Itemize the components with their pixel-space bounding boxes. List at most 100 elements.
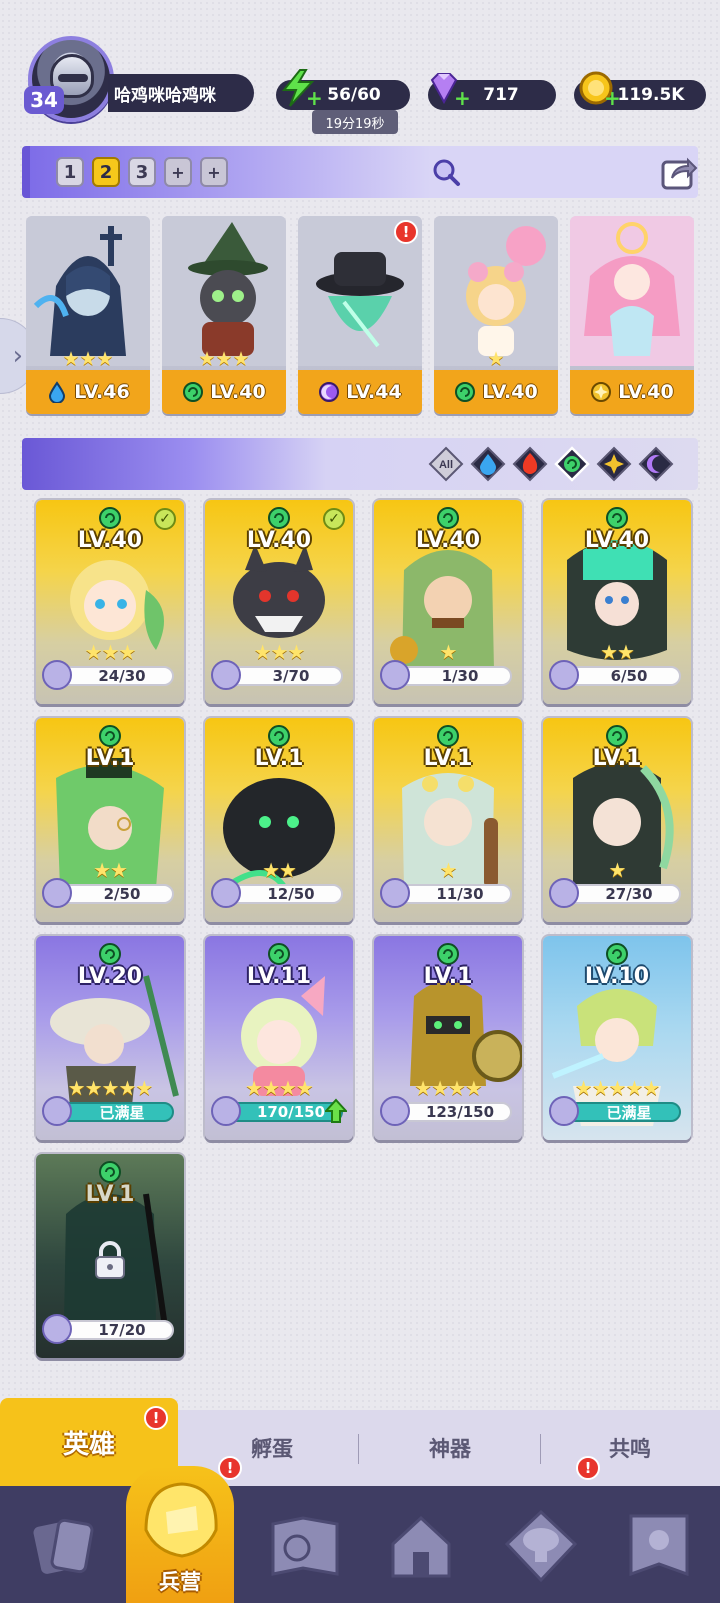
nav-guild[interactable] <box>604 1492 714 1600</box>
hero-level: LV.40 <box>246 528 312 553</box>
shard-icon <box>549 878 579 908</box>
team-add-button-2[interactable]: + <box>200 157 228 187</box>
shard-icon <box>211 1096 241 1126</box>
hero-level: LV.40 <box>584 528 650 553</box>
hero-level: LV.1 <box>423 746 473 771</box>
nav-barracks-label: 兵营 <box>159 1570 201 1594</box>
hero-card[interactable]: ✓ LV.40 ★★★ 24/30 <box>36 500 184 704</box>
hero-card[interactable]: LV.40 ★ 1/30 <box>374 500 522 704</box>
add-gold-icon[interactable]: + <box>604 86 621 110</box>
lineup-level: LV.44 <box>346 381 402 403</box>
top-bar: 34 哈鸡咪哈鸡咪 56/60 + 19分19秒 717 + 119.5K + <box>0 0 720 140</box>
hero-card[interactable]: LV.1 ★★ 12/50 <box>205 718 353 922</box>
lineup-level: LV.40 <box>210 381 266 403</box>
wind-element-icon <box>99 725 121 747</box>
hero-level: LV.1 <box>85 1182 135 1207</box>
hero-level: LV.1 <box>592 746 642 771</box>
hero-card[interactable]: LV.11 ★★★★ 170/150 <box>205 936 353 1140</box>
lock-icon <box>95 1241 125 1279</box>
add-gem-icon[interactable]: + <box>454 86 471 110</box>
hero-card-locked[interactable]: LV.1 17/20 <box>36 1154 184 1358</box>
alert-badge-icon: ! <box>576 1456 600 1480</box>
filter-dark-icon[interactable] <box>638 446 674 482</box>
search-icon[interactable] <box>430 156 462 188</box>
hero-level: LV.1 <box>423 964 473 989</box>
hero-shard-progress: 3/70 <box>225 666 343 686</box>
shard-icon <box>42 878 72 908</box>
hero-shard-progress: 11/30 <box>394 884 512 904</box>
add-energy-icon[interactable]: + <box>306 86 323 110</box>
hero-card[interactable]: LV.20 ★★★★★ 已满星 <box>36 936 184 1140</box>
filter-water-icon[interactable] <box>470 446 506 482</box>
map-book-icon <box>271 1516 339 1576</box>
player-name: 哈鸡咪哈鸡咪 <box>108 74 254 112</box>
lineup-stars: ★ <box>487 348 505 370</box>
hero-card[interactable]: LV.10 ★★★★★ 已满星 <box>543 936 691 1140</box>
wind-element-icon <box>606 725 628 747</box>
lineup-level: LV.40 <box>482 381 538 403</box>
light-element-icon <box>591 382 612 402</box>
shard-icon <box>42 1096 72 1126</box>
hero-shard-progress: 123/150 <box>394 1102 512 1122</box>
nav-map[interactable] <box>250 1492 360 1600</box>
banner-icon <box>629 1514 689 1577</box>
wind-element-icon <box>437 507 459 529</box>
shard-icon <box>380 878 410 908</box>
hero-portrait-nun <box>26 216 150 366</box>
hero-level: LV.1 <box>254 746 304 771</box>
team-tab-2[interactable]: 2 <box>92 157 120 187</box>
hero-level: LV.20 <box>77 964 143 989</box>
nav-cards[interactable] <box>8 1492 118 1600</box>
wind-element-icon <box>99 943 121 965</box>
lineup-slot-3[interactable]: ! LV.44 <box>298 216 422 414</box>
hero-level: LV.11 <box>246 964 312 989</box>
filter-fire-icon[interactable] <box>512 446 548 482</box>
filter-light-icon[interactable] <box>596 446 632 482</box>
wind-element-icon <box>606 507 628 529</box>
team-tab-1[interactable]: 1 <box>56 157 84 187</box>
upgrade-arrow-icon[interactable] <box>325 1098 347 1124</box>
nav-castle[interactable] <box>366 1492 476 1600</box>
lineup-level: LV.40 <box>618 381 674 403</box>
team-tab-3[interactable]: 3 <box>128 157 156 187</box>
hero-card[interactable]: LV.1 ★★★★ 123/150 <box>374 936 522 1140</box>
energy-timer: 19分19秒 <box>312 110 398 134</box>
hero-card[interactable]: LV.1 ★ 27/30 <box>543 718 691 922</box>
lineup-slot-1[interactable]: ★★★ LV.46 <box>26 216 150 414</box>
team-add-button[interactable]: + <box>164 157 192 187</box>
lineup-stars: ★★★ <box>198 348 250 370</box>
barracks-helmet-icon <box>144 1482 218 1558</box>
hero-card[interactable]: LV.1 ★ 11/30 <box>374 718 522 922</box>
hero-level: LV.10 <box>584 964 650 989</box>
shard-icon <box>549 1096 579 1126</box>
lineup-slot-4[interactable]: ★ LV.40 <box>434 216 558 414</box>
hero-card[interactable]: LV.40 ★★ 6/50 <box>543 500 691 704</box>
castle-icon <box>391 1515 451 1578</box>
sub-tab-bar: 英雄 ! 孵蛋 神器 共鸣 <box>0 1398 720 1486</box>
hero-shard-progress: 1/30 <box>394 666 512 686</box>
shard-icon <box>42 660 72 690</box>
hero-shard-progress: 已满星 <box>56 1102 174 1122</box>
element-filter-bar: All <box>22 438 698 490</box>
hero-portrait-flower-girl <box>434 216 558 366</box>
hero-shard-progress: 2/50 <box>56 884 174 904</box>
share-icon[interactable] <box>658 152 698 192</box>
hero-card[interactable]: LV.1 ★★ 2/50 <box>36 718 184 922</box>
filter-all-button[interactable]: All <box>428 446 464 482</box>
hero-level: LV.40 <box>77 528 143 553</box>
lineup-slot-5[interactable]: LV.40 <box>570 216 694 414</box>
deployed-check-icon: ✓ <box>323 508 345 530</box>
tab-artifact[interactable]: 神器 <box>360 1410 540 1486</box>
lineup-slot-2[interactable]: ★★★ LV.40 <box>162 216 286 414</box>
hero-card[interactable]: ✓ LV.40 ★★★ 3/70 <box>205 500 353 704</box>
wind-element-icon <box>99 507 121 529</box>
alert-badge-icon: ! <box>144 1406 168 1430</box>
hero-level: LV.40 <box>415 528 481 553</box>
team-selector-bar: 1 2 3 + + <box>22 146 698 198</box>
hero-shard-progress: 12/50 <box>225 884 343 904</box>
filter-wind-icon[interactable] <box>554 446 590 482</box>
nav-shop[interactable] <box>486 1492 596 1600</box>
alert-badge-icon: ! <box>394 220 418 244</box>
bottom-nav-bar <box>0 1486 720 1603</box>
tab-resonance[interactable]: 共鸣 <box>540 1410 720 1486</box>
